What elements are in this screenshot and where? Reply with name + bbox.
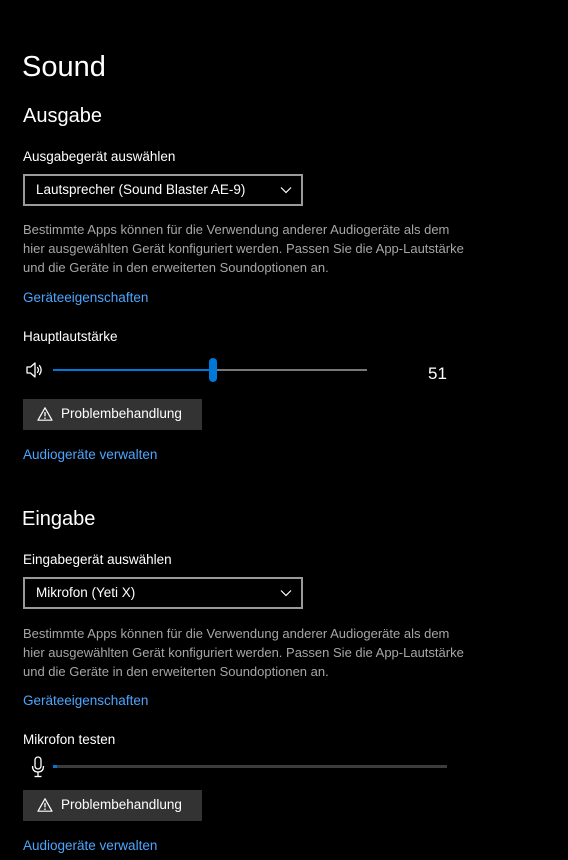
output-device-dropdown[interactable]: Lautsprecher (Sound Blaster AE-9)	[23, 174, 303, 206]
mic-test-label: Mikrofon testen	[23, 732, 116, 747]
input-device-selected-value: Mikrofon (Yeti X)	[36, 585, 136, 600]
output-device-properties-link[interactable]: Geräteeigenschaften	[23, 289, 148, 307]
output-manage-devices-link[interactable]: Audiogeräte verwalten	[23, 446, 157, 464]
output-section-heading: Ausgabe	[23, 105, 102, 127]
speaker-icon[interactable]	[25, 361, 45, 379]
input-device-label: Eingabegerät auswählen	[23, 552, 172, 567]
chevron-down-icon	[280, 590, 292, 597]
master-volume-slider[interactable]	[53, 358, 367, 382]
input-section-heading: Eingabe	[22, 508, 96, 530]
output-description: Bestimmte Apps können für die Verwendung…	[23, 222, 464, 275]
master-volume-slider-thumb[interactable]	[209, 358, 218, 382]
warning-icon	[37, 798, 53, 812]
master-volume-value: 51	[428, 364, 447, 383]
input-description: Bestimmte Apps können für die Verwendung…	[23, 626, 464, 679]
microphone-icon	[31, 756, 45, 778]
master-volume-slider-fill	[53, 369, 214, 371]
warning-icon	[37, 407, 53, 421]
output-device-label: Ausgabegerät auswählen	[23, 149, 176, 164]
output-troubleshoot-label: Problembehandlung	[61, 406, 182, 421]
input-manage-devices-link[interactable]: Audiogeräte verwalten	[23, 837, 157, 855]
input-device-dropdown[interactable]: Mikrofon (Yeti X)	[23, 577, 303, 609]
input-troubleshoot-label: Problembehandlung	[61, 797, 182, 812]
mic-level-meter-fill	[53, 765, 57, 768]
master-volume-label: Hauptlautstärke	[23, 329, 118, 344]
input-troubleshoot-button[interactable]: Problembehandlung	[23, 790, 202, 821]
chevron-down-icon	[280, 187, 292, 194]
output-device-selected-value: Lautsprecher (Sound Blaster AE-9)	[36, 182, 246, 197]
page-title: Sound	[22, 51, 106, 83]
output-troubleshoot-button[interactable]: Problembehandlung	[23, 399, 202, 430]
mic-level-meter	[53, 765, 447, 768]
input-device-properties-link[interactable]: Geräteeigenschaften	[23, 692, 148, 710]
